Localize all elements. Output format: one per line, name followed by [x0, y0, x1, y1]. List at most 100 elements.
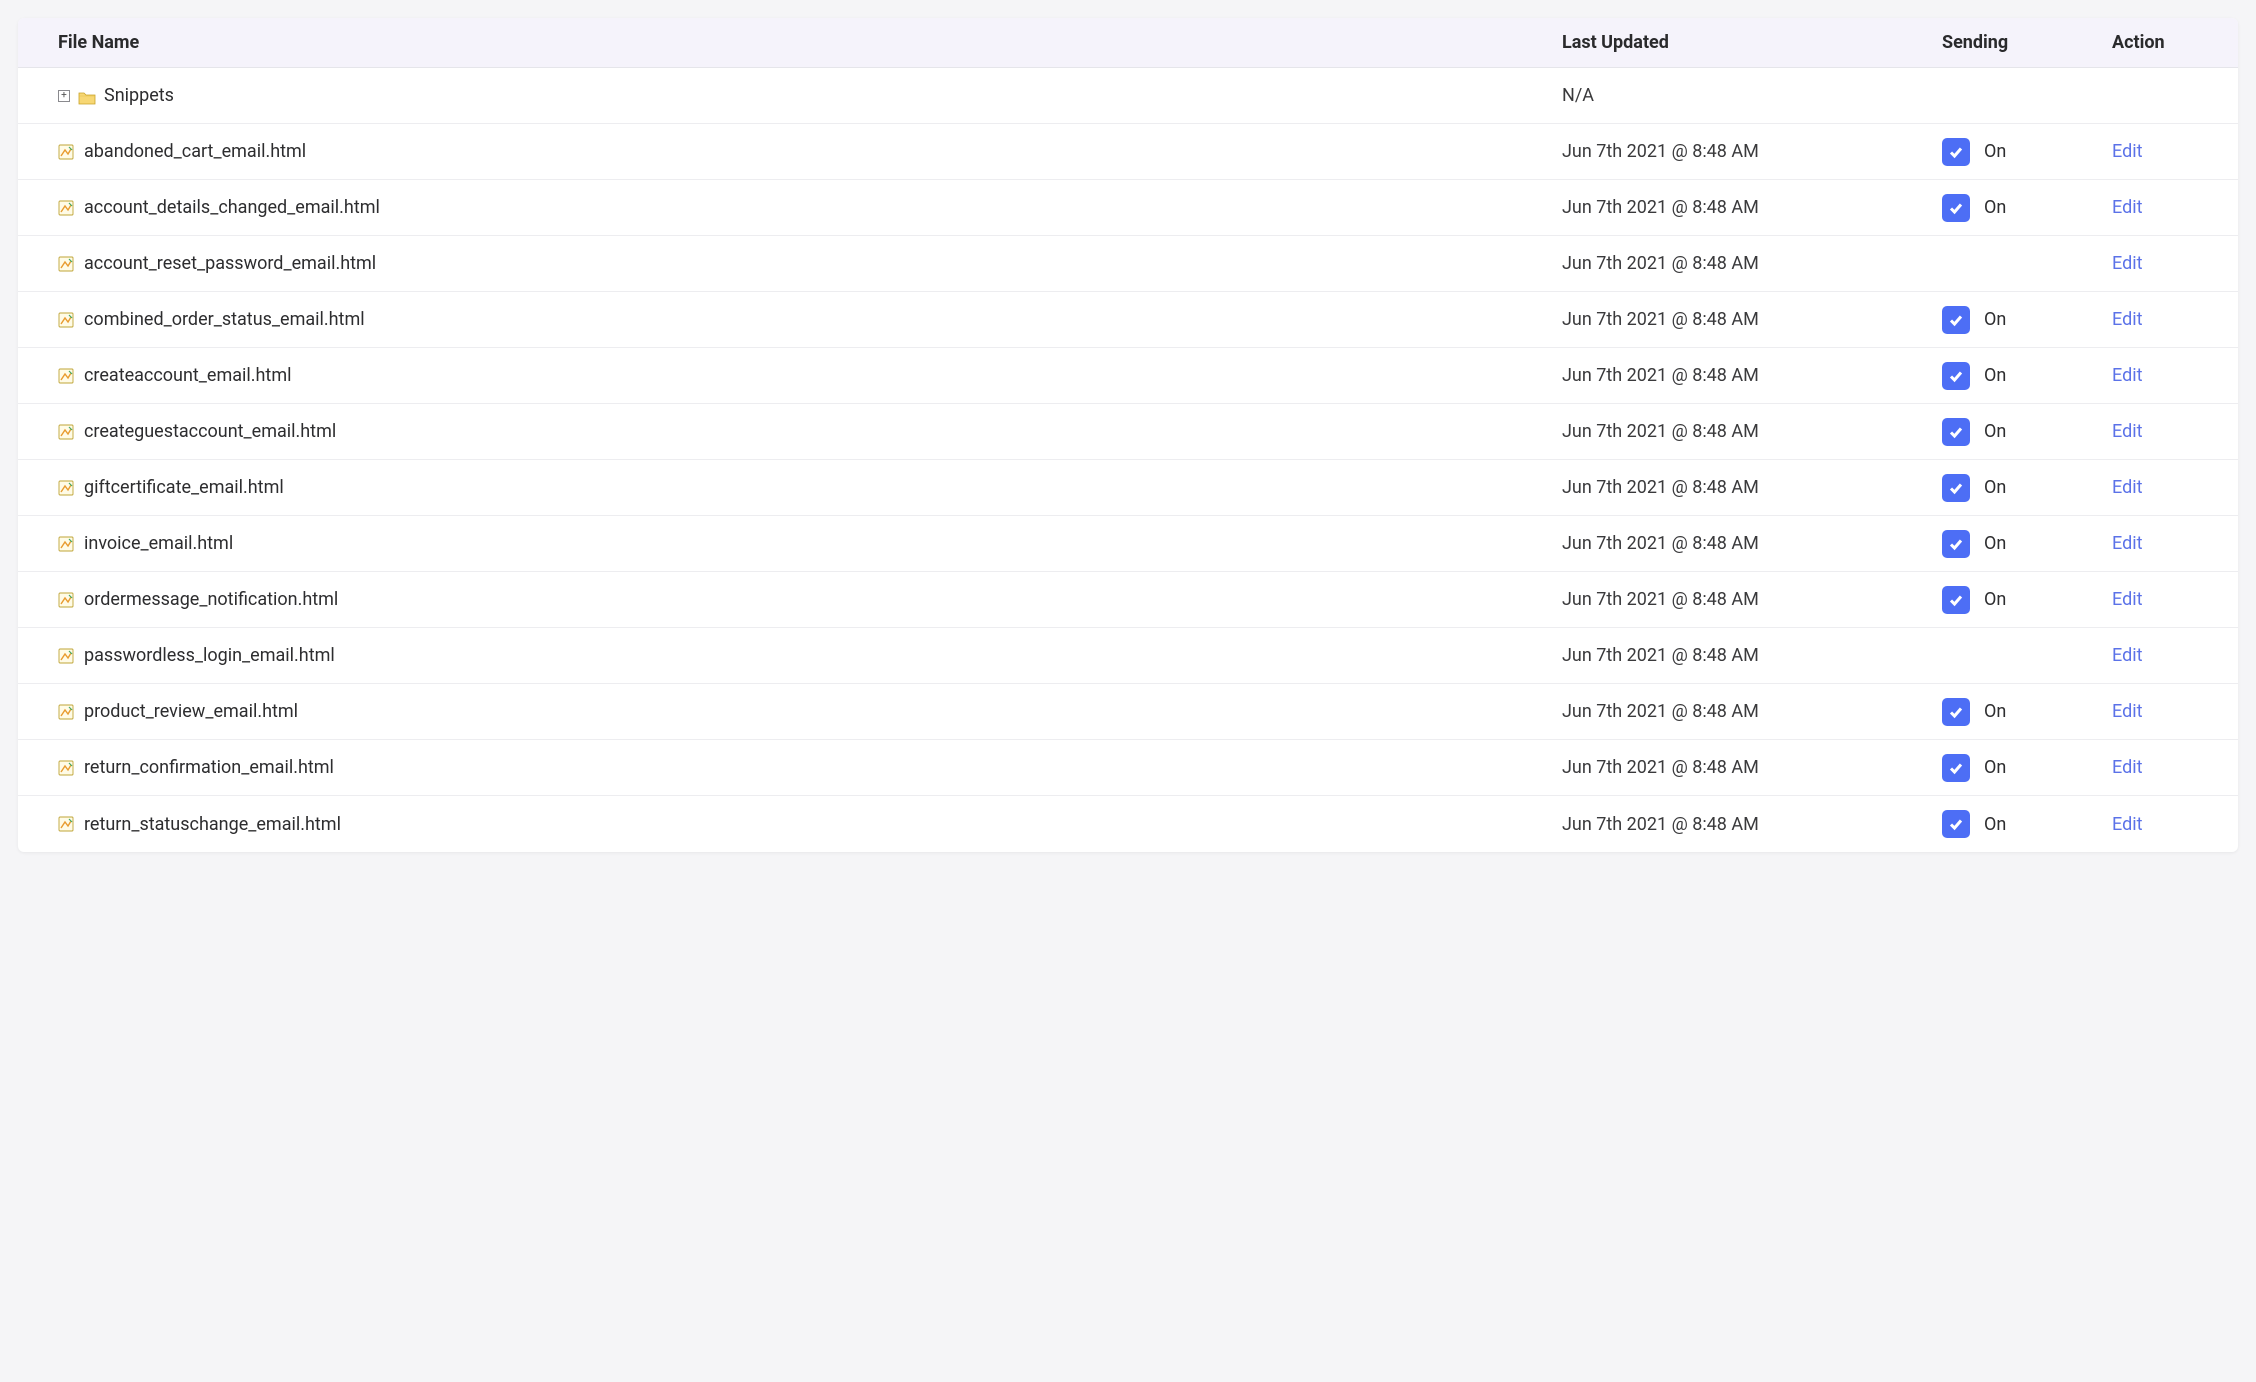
sending-label: On [1984, 141, 2006, 162]
table-row: createguestaccount_email.htmlJun 7th 202… [18, 404, 2238, 460]
file-icon [58, 424, 74, 440]
file-cell: createguestaccount_email.html [18, 421, 1538, 442]
sending-label: On [1984, 477, 2006, 498]
edit-link[interactable]: Edit [2112, 253, 2142, 274]
file-updated: Jun 7th 2021 @ 8:48 AM [1538, 589, 1918, 610]
file-icon [58, 144, 74, 160]
sending-label: On [1984, 533, 2006, 554]
file-sending: On [1918, 362, 2088, 390]
file-name[interactable]: account_details_changed_email.html [84, 197, 380, 218]
edit-link[interactable]: Edit [2112, 757, 2142, 778]
edit-link[interactable]: Edit [2112, 589, 2142, 610]
table-row: giftcertificate_email.htmlJun 7th 2021 @… [18, 460, 2238, 516]
sending-checkbox[interactable] [1942, 418, 1970, 446]
table-row: return_confirmation_email.htmlJun 7th 20… [18, 740, 2238, 796]
expand-icon[interactable]: + [58, 90, 70, 102]
file-name[interactable]: account_reset_password_email.html [84, 253, 376, 274]
file-sending: On [1918, 194, 2088, 222]
file-name[interactable]: product_review_email.html [84, 701, 298, 722]
file-name[interactable]: combined_order_status_email.html [84, 309, 365, 330]
file-name[interactable]: createaccount_email.html [84, 365, 291, 386]
file-cell: createaccount_email.html [18, 365, 1538, 386]
edit-link[interactable]: Edit [2112, 141, 2142, 162]
table-header: File Name Last Updated Sending Action [18, 18, 2238, 68]
file-name[interactable]: giftcertificate_email.html [84, 477, 284, 498]
column-header-updated: Last Updated [1538, 32, 1918, 53]
folder-name[interactable]: Snippets [104, 85, 174, 106]
file-action: Edit [2088, 645, 2238, 666]
file-sending: On [1918, 138, 2088, 166]
file-name[interactable]: return_confirmation_email.html [84, 757, 334, 778]
sending-checkbox[interactable] [1942, 586, 1970, 614]
sending-checkbox[interactable] [1942, 810, 1970, 838]
sending-checkbox[interactable] [1942, 530, 1970, 558]
file-action: Edit [2088, 477, 2238, 498]
column-header-sending: Sending [1918, 32, 2088, 53]
file-action: Edit [2088, 197, 2238, 218]
email-templates-table: File Name Last Updated Sending Action + … [18, 18, 2238, 852]
edit-link[interactable]: Edit [2112, 365, 2142, 386]
file-updated: Jun 7th 2021 @ 8:48 AM [1538, 533, 1918, 554]
file-sending: On [1918, 530, 2088, 558]
edit-link[interactable]: Edit [2112, 421, 2142, 442]
file-sending: On [1918, 306, 2088, 334]
table-row: abandoned_cart_email.htmlJun 7th 2021 @ … [18, 124, 2238, 180]
sending-checkbox[interactable] [1942, 698, 1970, 726]
file-updated: Jun 7th 2021 @ 8:48 AM [1538, 645, 1918, 666]
file-action: Edit [2088, 589, 2238, 610]
table-row: passwordless_login_email.html Jun 7th 202… [18, 628, 2238, 684]
sending-label: On [1984, 197, 2006, 218]
sending-label: On [1984, 701, 2006, 722]
file-cell: product_review_email.html [18, 701, 1538, 722]
sending-label: On [1984, 309, 2006, 330]
file-action: Edit [2088, 253, 2238, 274]
edit-link[interactable]: Edit [2112, 814, 2142, 835]
file-icon [58, 704, 74, 720]
sending-checkbox[interactable] [1942, 138, 1970, 166]
file-updated: Jun 7th 2021 @ 8:48 AM [1538, 365, 1918, 386]
edit-link[interactable]: Edit [2112, 197, 2142, 218]
file-icon [58, 536, 74, 552]
file-sending: On [1918, 810, 2088, 838]
file-updated: Jun 7th 2021 @ 8:48 AM [1538, 701, 1918, 722]
file-action: Edit [2088, 757, 2238, 778]
table-row: createaccount_email.html Jun 7th 2021 @ 8… [18, 348, 2238, 404]
edit-link[interactable]: Edit [2112, 477, 2142, 498]
file-cell: return_confirmation_email.html [18, 757, 1538, 778]
file-sending: On [1918, 754, 2088, 782]
table-body: + SnippetsN/A abandoned_cart_email.htmlJ… [18, 68, 2238, 852]
file-action: Edit [2088, 701, 2238, 722]
sending-checkbox[interactable] [1942, 362, 1970, 390]
edit-link[interactable]: Edit [2112, 309, 2142, 330]
file-name[interactable]: abandoned_cart_email.html [84, 141, 306, 162]
file-icon [58, 480, 74, 496]
file-name[interactable]: ordermessage_notification.html [84, 589, 338, 610]
sending-label: On [1984, 814, 2006, 835]
sending-checkbox[interactable] [1942, 754, 1970, 782]
table-row: invoice_email.html Jun 7th 2021 @ 8:48 AM… [18, 516, 2238, 572]
file-cell: invoice_email.html [18, 533, 1538, 554]
edit-link[interactable]: Edit [2112, 645, 2142, 666]
sending-checkbox[interactable] [1942, 474, 1970, 502]
sending-checkbox[interactable] [1942, 306, 1970, 334]
file-updated: Jun 7th 2021 @ 8:48 AM [1538, 309, 1918, 330]
file-cell: abandoned_cart_email.html [18, 141, 1538, 162]
file-name[interactable]: invoice_email.html [84, 533, 233, 554]
sending-checkbox[interactable] [1942, 194, 1970, 222]
table-row: product_review_email.html Jun 7th 2021 @ … [18, 684, 2238, 740]
sending-label: On [1984, 589, 2006, 610]
file-updated: Jun 7th 2021 @ 8:48 AM [1538, 253, 1918, 274]
edit-link[interactable]: Edit [2112, 701, 2142, 722]
file-name[interactable]: passwordless_login_email.html [84, 645, 335, 666]
folder-updated: N/A [1538, 85, 1918, 106]
column-header-action: Action [2088, 32, 2238, 53]
file-name[interactable]: return_statuschange_email.html [84, 814, 341, 835]
file-icon [58, 592, 74, 608]
file-sending: On [1918, 586, 2088, 614]
table-row: ordermessage_notification.html Jun 7th 20… [18, 572, 2238, 628]
file-sending: On [1918, 418, 2088, 446]
file-icon [58, 256, 74, 272]
edit-link[interactable]: Edit [2112, 533, 2142, 554]
file-name[interactable]: createguestaccount_email.html [84, 421, 336, 442]
file-cell: passwordless_login_email.html [18, 645, 1538, 666]
